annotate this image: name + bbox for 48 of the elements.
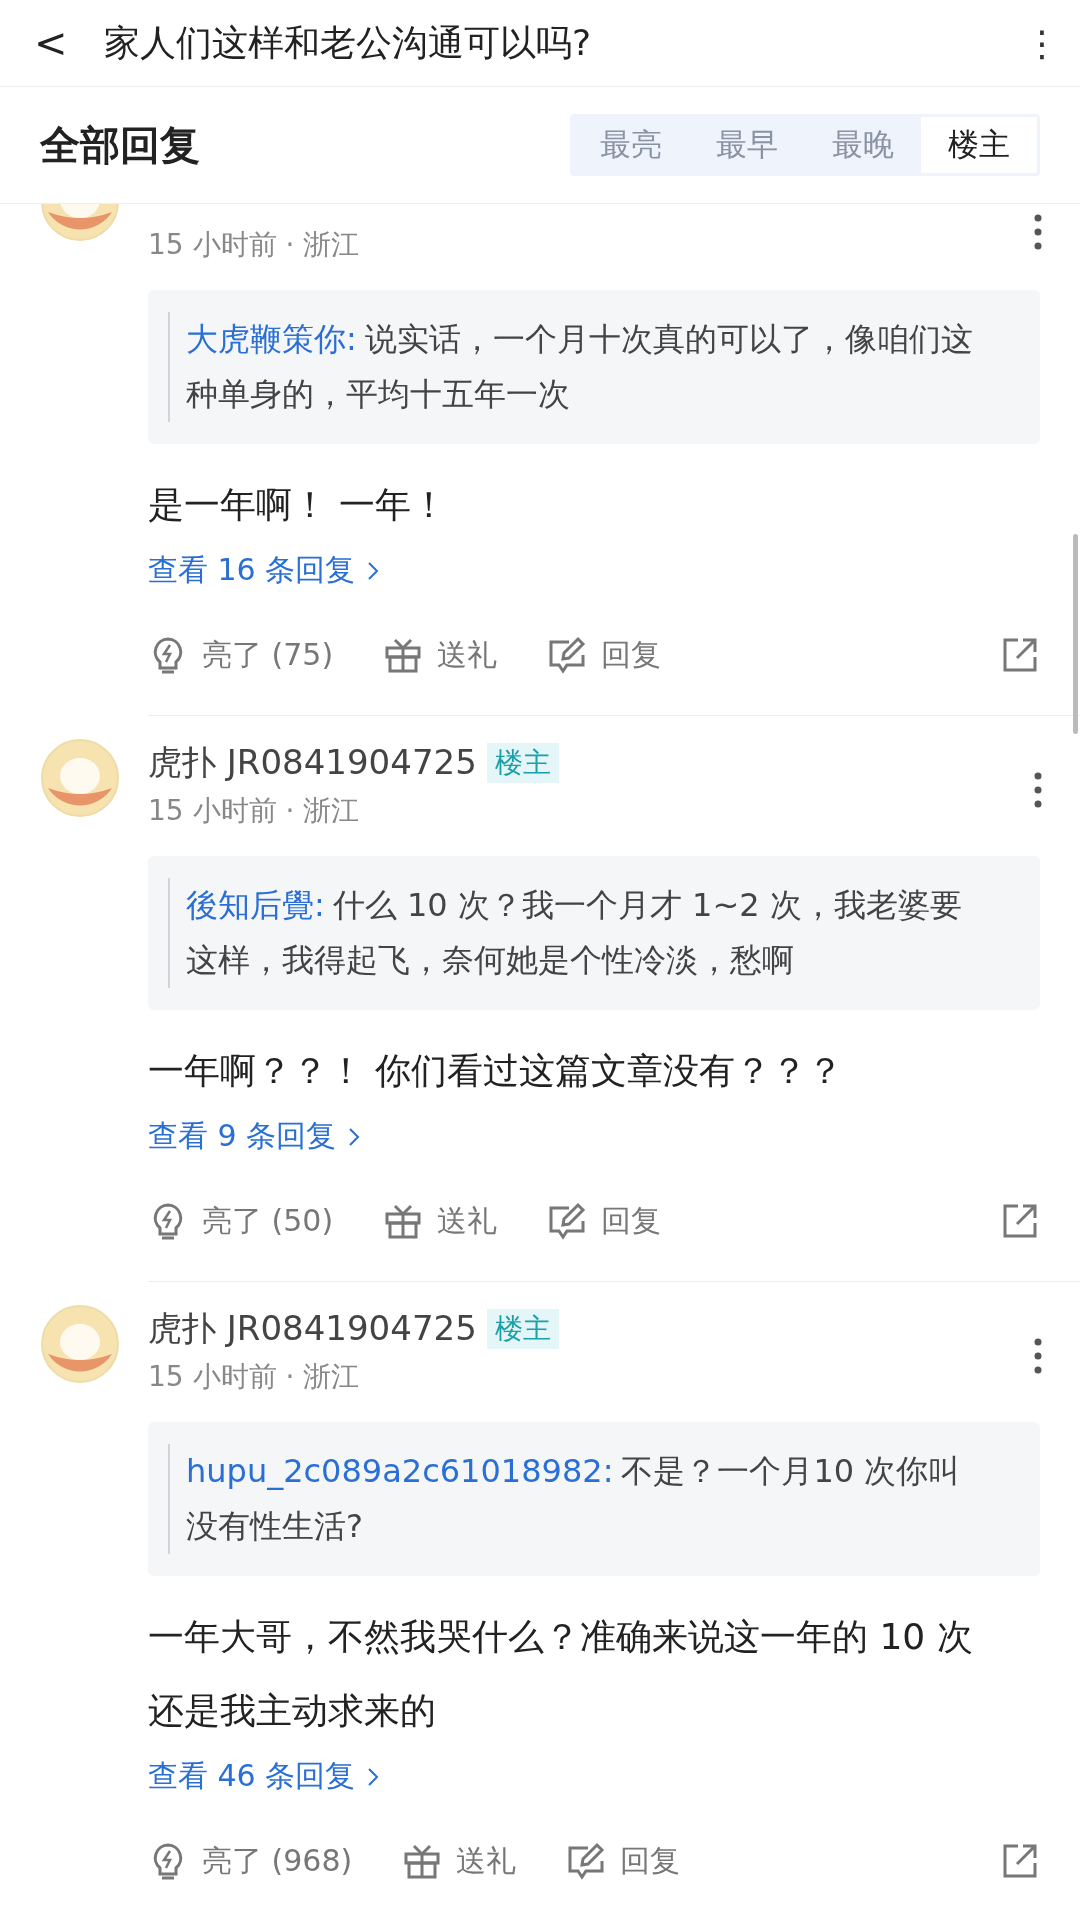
reply-button[interactable]: 回复 [566,1840,681,1882]
view-replies-link[interactable]: 查看 9 条回复 [148,1116,361,1157]
chevron-icon [367,560,380,581]
view-replies-link[interactable]: 查看 16 条回复 [148,550,380,591]
comment-text: 是一年啊！ 一年！ [148,483,449,527]
sort-tab[interactable]: 最晚 [805,117,921,173]
user-name[interactable]: 虎扑 JR0841904725 [148,1306,477,1352]
post-title: 家人们这样和老公沟通可以吗? [104,20,593,65]
edit-icon [547,1201,588,1241]
quote-text: 後知后覺: 什么 10 次？我一个月才 1~2 次，我老婆要这样，我得起飞，奈何她是个性冷淡，愁啊 [168,878,1016,988]
reply-button[interactable]: 回复 [547,1200,662,1242]
edit-icon [566,1841,607,1881]
author-tag: 楼主 [486,1309,559,1349]
sort-tab[interactable]: 楼主 [921,117,1037,173]
quote-author[interactable]: 後知后覺: [186,886,325,924]
avatar-icon[interactable] [40,204,120,242]
sort-tab[interactable]: 最早 [689,117,805,173]
quote-author[interactable]: hupu_2c089a2c61018982: [186,1452,614,1490]
post-time: 15 小时前 · 浙江 [148,227,361,263]
quote-author[interactable]: 大虎鞭策你: [186,320,357,358]
section-title: 全部回复 [40,120,200,170]
user-name[interactable]: 虎扑 JR0841904725 [148,740,477,786]
like-button[interactable]: 亮了 (75) [148,634,334,676]
more-icon[interactable] [1034,1338,1042,1374]
like-button[interactable]: 亮了 (968) [148,1840,353,1882]
chevron-icon [348,1126,361,1147]
avatar-icon[interactable] [40,738,120,818]
quote-text: 大虎鞭策你: 说实话，一个月十次真的可以了，像咱们这种单身的，平均十五年一次 [168,312,1016,422]
comment-text: 一年啊？？！ 你们看过这篇文章没有？？？ [148,1049,845,1093]
gift-button[interactable]: 送礼 [383,634,498,676]
more-icon[interactable] [1034,214,1042,250]
more-icon[interactable] [1034,772,1042,808]
edit-icon [547,635,588,675]
like-button[interactable]: 亮了 (50) [148,1200,334,1242]
post-time: 15 小时前 · 浙江 [148,1359,361,1395]
author-tag: 楼主 [486,743,559,783]
more-button[interactable]: ⋮ [1024,22,1060,64]
gift-button[interactable]: 送礼 [402,1840,517,1882]
reply-button[interactable]: 回复 [547,634,662,676]
chevron-icon [367,1766,380,1787]
view-replies-link[interactable]: 查看 46 条回复 [148,1756,380,1797]
post-time: 15 小时前 · 浙江 [148,793,361,829]
avatar-icon[interactable] [40,1304,120,1384]
quote-text: hupu_2c089a2c61018982: 不是？一个月10 次你叫没有性生活? [168,1444,1016,1554]
gift-button[interactable]: 送礼 [383,1200,498,1242]
comment-text: 一年大哥，不然我哭什么？准确来说这一年的 10 次还是我主动求来的 [148,1615,974,1733]
sort-tab[interactable]: 最亮 [573,117,689,173]
back-button[interactable]: < [34,20,104,66]
